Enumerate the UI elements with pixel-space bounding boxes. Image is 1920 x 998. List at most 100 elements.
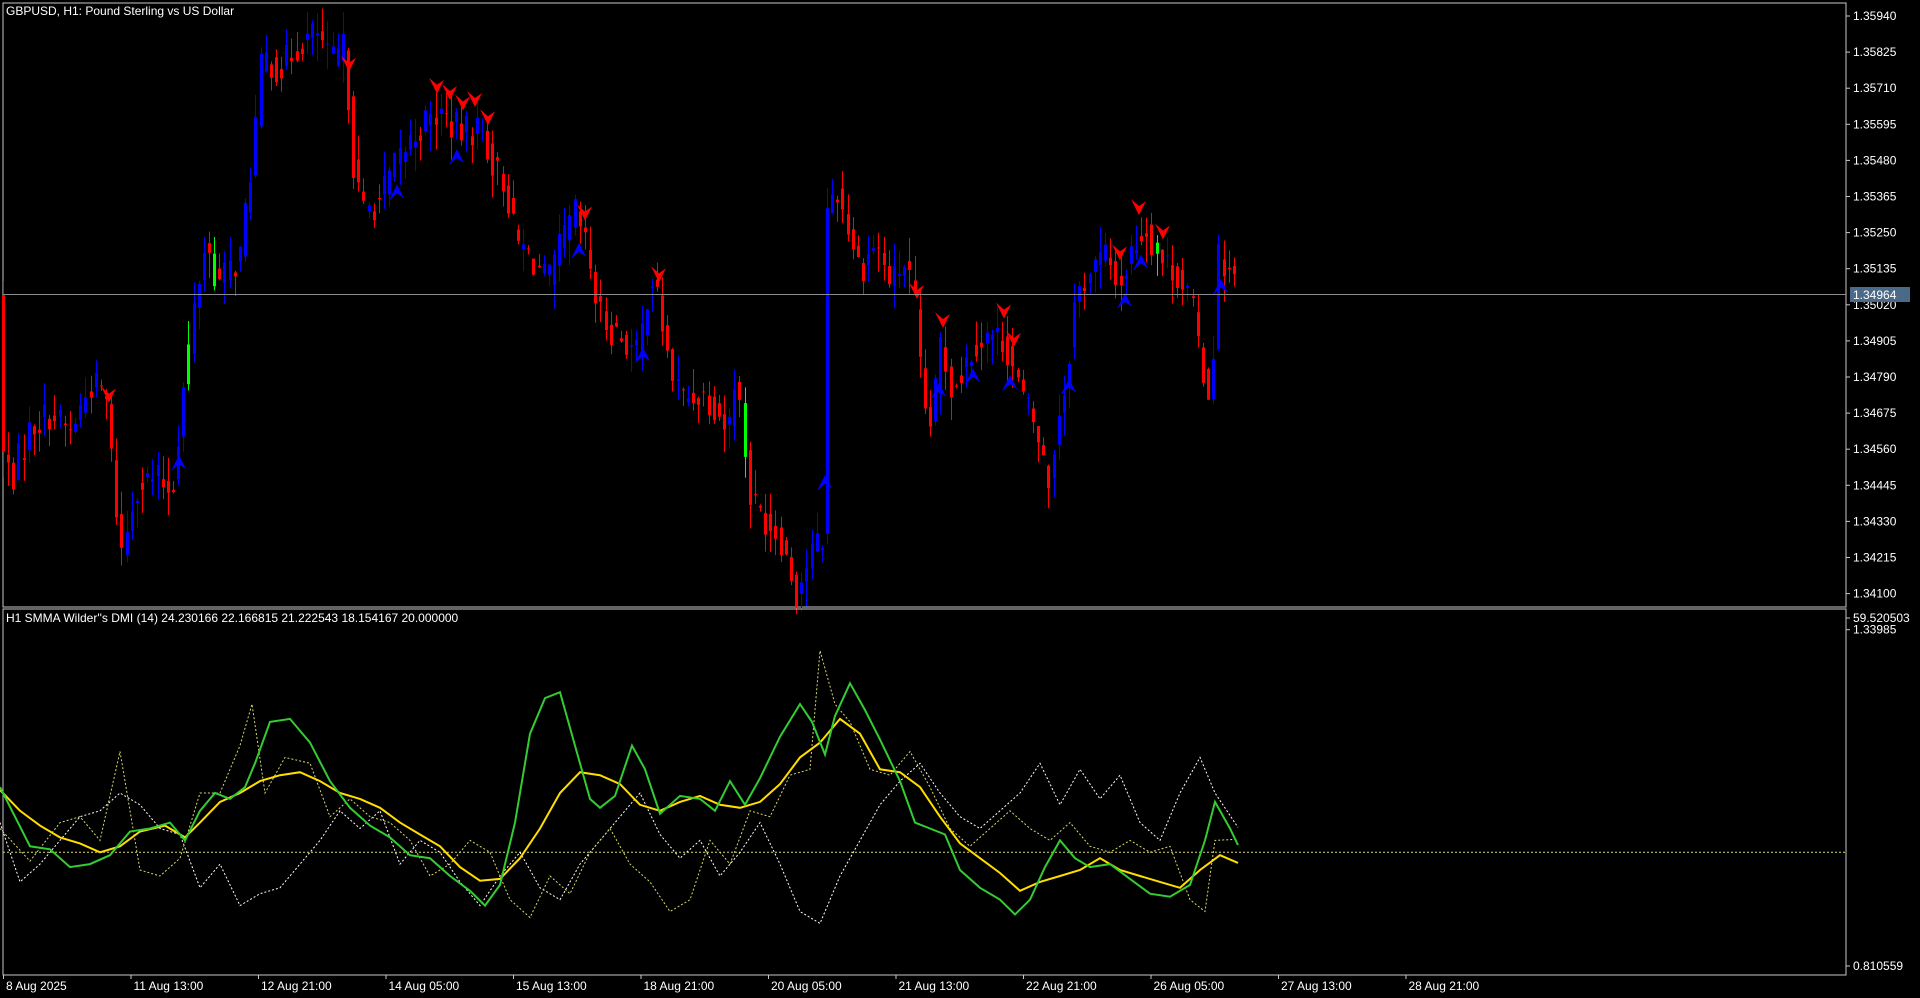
- candle-body: [193, 303, 196, 354]
- candle-body: [821, 547, 824, 551]
- candle-body: [517, 229, 520, 241]
- price-tick-label: 1.34675: [1853, 406, 1897, 420]
- candle-body: [326, 43, 329, 45]
- candle-body: [79, 404, 82, 421]
- candle-body: [877, 247, 880, 249]
- candle-body: [162, 479, 165, 488]
- candle-body: [661, 295, 664, 332]
- candle-body: [615, 322, 618, 327]
- candle-body: [244, 202, 247, 257]
- candle-body: [532, 258, 535, 275]
- candle-body: [1150, 224, 1153, 256]
- candle-body: [23, 458, 26, 461]
- price-tick-label: 1.35250: [1853, 226, 1897, 240]
- candle-body: [728, 416, 731, 425]
- candle-body: [738, 381, 741, 400]
- candle-body: [975, 344, 978, 357]
- candle-body: [893, 266, 896, 287]
- candle-body: [800, 582, 803, 594]
- price-tick-label: 1.35480: [1853, 153, 1897, 167]
- candle-body: [64, 423, 67, 426]
- candle-body: [702, 391, 705, 393]
- candle-body: [836, 199, 839, 203]
- candle-body: [120, 514, 123, 548]
- price-tick-label: 1.34790: [1853, 370, 1897, 384]
- candle-body: [1130, 246, 1133, 264]
- candle-body: [574, 198, 577, 228]
- candle-body: [563, 224, 566, 249]
- candle-body: [429, 113, 432, 126]
- candle-body: [749, 450, 752, 505]
- candle-body: [811, 543, 814, 569]
- candle-body: [507, 185, 510, 214]
- candle-body: [357, 159, 360, 183]
- time-tick-label: 27 Aug 13:00: [1281, 979, 1352, 993]
- candle-body: [785, 540, 788, 555]
- candle-body: [769, 513, 772, 532]
- candle-body: [2, 295, 5, 452]
- candle-body: [115, 460, 118, 518]
- candle-body: [620, 338, 623, 342]
- candle-body: [1171, 265, 1174, 281]
- candle-body: [110, 404, 113, 449]
- candle-body: [151, 479, 154, 482]
- candle-body: [1047, 465, 1050, 488]
- candle-body: [805, 568, 808, 582]
- candle-body: [1125, 275, 1128, 280]
- candle-body: [960, 375, 963, 383]
- candle-body: [708, 395, 711, 416]
- candle-body: [594, 271, 597, 304]
- candle-body: [316, 32, 319, 36]
- current-price-label: 1.34964: [1853, 288, 1897, 302]
- price-tick-label: 1.35825: [1853, 45, 1897, 59]
- candle-body: [847, 214, 850, 235]
- candle-body: [59, 409, 62, 417]
- candle-body: [1104, 244, 1107, 261]
- candle-body: [1017, 369, 1020, 378]
- candle-body: [754, 494, 757, 496]
- candle-body: [84, 397, 87, 413]
- candle-body: [671, 349, 674, 382]
- candle-body: [666, 325, 669, 351]
- candle-body: [1228, 267, 1231, 270]
- candle-body: [239, 246, 242, 262]
- time-tick-label: 14 Aug 05:00: [389, 979, 460, 993]
- candle-body: [419, 135, 422, 141]
- candle-body: [1233, 266, 1236, 275]
- candle-body: [852, 229, 855, 250]
- candle-body: [399, 148, 402, 165]
- candle-body: [460, 123, 463, 141]
- candle-body: [362, 191, 365, 201]
- candle-body: [285, 44, 288, 67]
- candle-body: [146, 473, 149, 477]
- candle-body: [213, 253, 216, 287]
- candle-body: [1161, 249, 1164, 264]
- candle-body: [1202, 347, 1205, 383]
- price-tick-label: 1.34905: [1853, 334, 1897, 348]
- price-tick-label: 1.34100: [1853, 587, 1897, 601]
- candle-body: [208, 243, 211, 253]
- candle-body: [527, 248, 530, 250]
- candle-body: [172, 489, 175, 493]
- candle-body: [543, 263, 546, 274]
- candle-body: [610, 324, 613, 345]
- candle-body: [74, 423, 77, 432]
- candle-body: [414, 141, 417, 148]
- candle-body: [723, 414, 726, 430]
- candle-body: [1181, 269, 1184, 290]
- candle-body: [862, 263, 865, 282]
- price-tick-label: 1.34215: [1853, 551, 1897, 565]
- chart-background: [0, 0, 1920, 998]
- candle-body: [1089, 274, 1092, 284]
- chart-canvas: 1.35940 1.35825 1.35710 1.35595 1.35480 1.353…: [0, 0, 1920, 998]
- candle-body: [1032, 408, 1035, 423]
- candle-body: [713, 396, 716, 421]
- candle-body: [692, 392, 695, 404]
- candle-body: [1027, 397, 1030, 400]
- price-tick-label: 1.35365: [1853, 190, 1897, 204]
- price-tick-label: 1.34560: [1853, 442, 1897, 456]
- candle-body: [301, 48, 304, 55]
- price-tick-label: 1.35135: [1853, 262, 1897, 276]
- candle-body: [1006, 336, 1009, 366]
- candle-body: [48, 418, 51, 430]
